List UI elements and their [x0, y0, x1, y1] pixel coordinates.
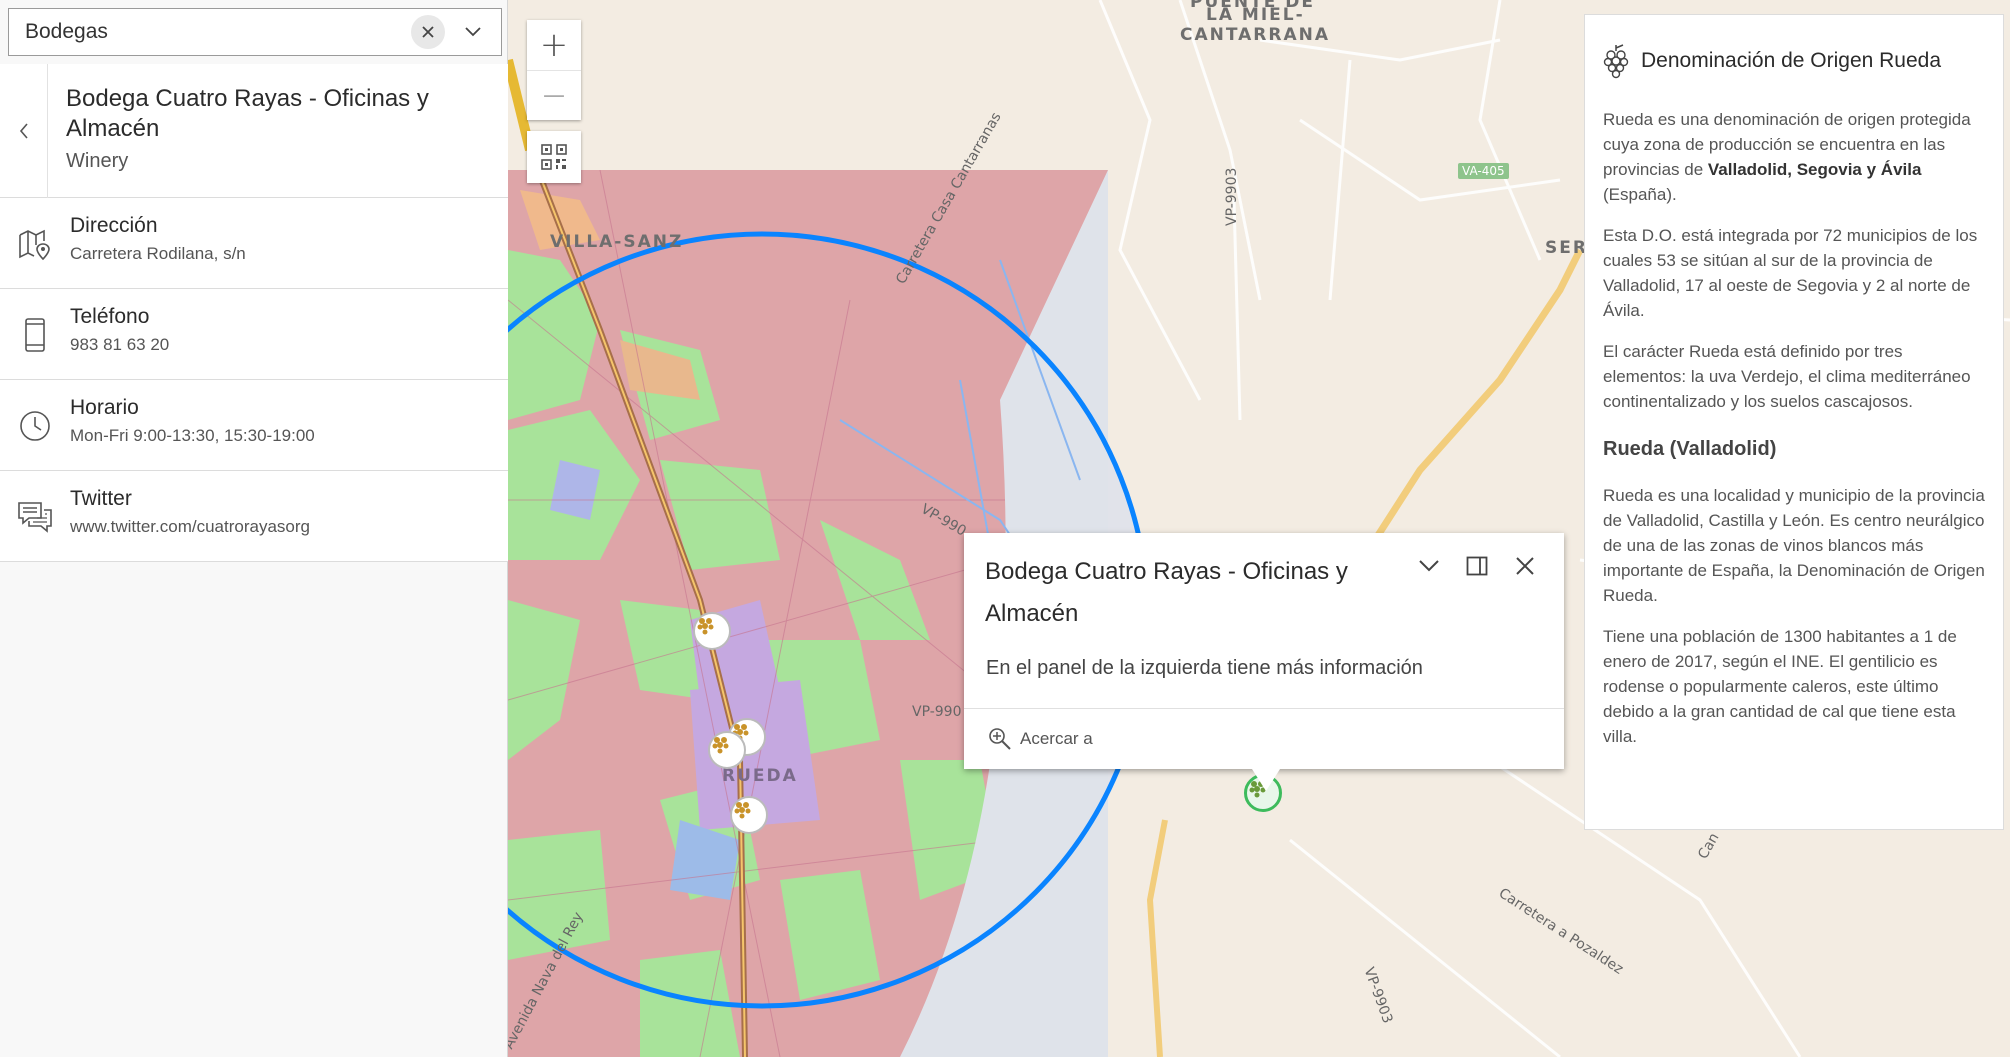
address-label: Dirección — [70, 214, 158, 237]
info-panel: Denominación de Origen Rueda Rueda es un… — [1584, 14, 2004, 830]
map-label: RUEDA — [722, 766, 798, 786]
zoom-to-label: Acercar a — [1020, 729, 1093, 748]
info-text-bold: Valladolid, Segovia y Ávila — [1707, 160, 1922, 179]
hours-value: Mon-Fri 9:00-13:30, 15:30-19:00 — [70, 426, 315, 445]
search-bar[interactable] — [8, 8, 502, 56]
map-pin-icon — [19, 229, 50, 260]
popup-body: En el panel de la izquierda tiene más in… — [986, 657, 1423, 679]
info-paragraph: Esta D.O. está integrada por 72 municipi… — [1603, 226, 1978, 320]
winery-marker[interactable] — [693, 612, 731, 650]
qr-code-button[interactable] — [527, 131, 581, 183]
grapes-icon — [712, 737, 729, 754]
winery-marker[interactable] — [708, 731, 746, 769]
zoom-out-button[interactable]: — — [527, 70, 581, 120]
phone-value: 983 81 63 20 — [70, 335, 170, 354]
zoom-in-button[interactable]: + — [527, 20, 581, 70]
info-row-twitter[interactable]: Twitter www.twitter.com/cuatrorayasorg — [0, 471, 508, 562]
info-row-hours[interactable]: Horario Mon-Fri 9:00-13:30, 15:30-19:00 — [0, 380, 508, 471]
twitter-value[interactable]: www.twitter.com/cuatrorayasorg — [70, 517, 310, 537]
hours-label: Horario — [70, 396, 139, 419]
phone-icon — [25, 317, 45, 352]
clear-search-button[interactable] — [411, 15, 445, 49]
phone-label: Teléfono — [70, 305, 150, 328]
map-label: SER — [1545, 238, 1588, 258]
close-popup-button[interactable] — [1512, 553, 1538, 579]
address-value: Carretera Rodilana, s/n — [70, 244, 246, 263]
clock-icon — [20, 410, 50, 441]
qr-code-icon — [541, 144, 567, 170]
popup-pointer — [1252, 769, 1280, 791]
feature-detail-header: Bodega Cuatro Rayas - Oficinas y Almacén… — [0, 64, 508, 198]
dock-popup-button[interactable] — [1464, 553, 1490, 579]
chat-icon — [18, 501, 52, 533]
twitter-label: Twitter — [70, 487, 132, 510]
grapes-icon — [734, 802, 751, 819]
feature-popup: Bodega Cuatro Rayas - Oficinas y Almacén… — [964, 533, 1564, 791]
chevron-down-icon — [1419, 560, 1439, 572]
map-label: CANTARRANA — [1180, 25, 1331, 45]
close-icon — [1516, 557, 1534, 575]
left-panel: Bodega Cuatro Rayas - Oficinas y Almacén… — [0, 0, 508, 1057]
info-panel-title: Denominación de Origen Rueda — [1641, 49, 1942, 72]
collapse-popup-button[interactable] — [1416, 553, 1442, 579]
map-label: VILLA-SANZ — [550, 232, 684, 252]
info-paragraph: Rueda es una denominación de origen prot… — [1603, 107, 1985, 207]
zoom-to-action[interactable]: Acercar a — [964, 708, 1564, 769]
info-row-address[interactable]: Dirección Carretera Rodilana, s/n — [0, 198, 508, 289]
chevron-left-icon — [19, 123, 28, 139]
zoom-to-icon — [989, 728, 1011, 750]
map-label: VP-990 — [912, 704, 962, 720]
dock-icon — [1466, 556, 1488, 576]
road-shield: VA-405 — [1458, 163, 1509, 179]
chevron-down-icon — [465, 27, 481, 37]
popup-title: Bodega Cuatro Rayas - Oficinas y Almacén — [985, 558, 1348, 627]
feature-title: Bodega Cuatro Rayas - Oficinas y Almacén — [66, 85, 429, 142]
grapes-icon — [1603, 44, 1629, 79]
search-dropdown-button[interactable] — [459, 18, 487, 46]
feature-category: Winery — [66, 150, 129, 172]
close-icon — [422, 26, 434, 38]
grapes-icon — [697, 618, 714, 635]
search-input[interactable] — [9, 10, 411, 54]
info-paragraph: Tiene una población de 1300 habitantes a… — [1603, 627, 1957, 746]
info-paragraph: El carácter Rueda está definido por tres… — [1603, 342, 1971, 411]
info-text: (España). — [1603, 185, 1677, 204]
winery-marker[interactable] — [730, 796, 768, 834]
back-button[interactable] — [0, 64, 48, 198]
info-subtitle: Rueda (Valladolid) — [1603, 438, 1777, 460]
info-paragraph: Rueda es una localidad y municipio de la… — [1603, 486, 1985, 605]
map-label: LA MIEL- — [1206, 5, 1305, 25]
info-row-phone[interactable]: Teléfono 983 81 63 20 — [0, 289, 508, 380]
zoom-controls: + — — [527, 20, 581, 120]
map-label: VP-9903 — [1224, 167, 1240, 226]
